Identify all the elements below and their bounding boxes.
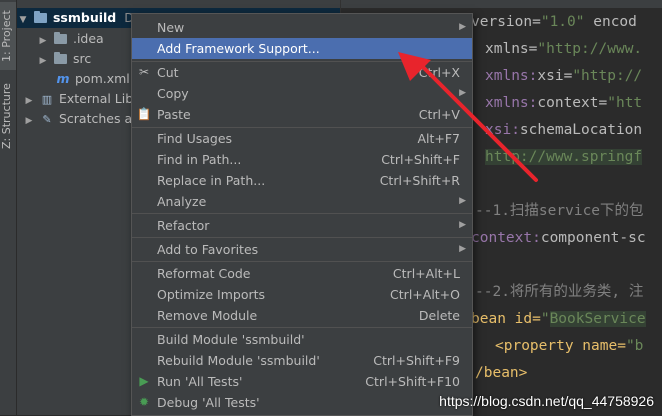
project-context-menu: New ▶ Add Framework Support... ✂ Cut Ctr… bbox=[131, 13, 473, 416]
scissors-icon: ✂ bbox=[138, 65, 150, 79]
submenu-arrow-icon: ▶ bbox=[459, 244, 466, 254]
code-line-3: xmlns:xsi="http:// bbox=[485, 68, 643, 84]
code-line-4: xmlns:context="htt bbox=[485, 95, 643, 111]
maven-file-icon: m bbox=[56, 71, 70, 86]
libraries-icon: ▥ bbox=[41, 93, 53, 106]
menu-item-cut[interactable]: ✂ Cut Ctrl+X bbox=[132, 62, 472, 83]
menu-item-analyze[interactable]: Analyze ▶ bbox=[132, 191, 472, 212]
module-folder-icon bbox=[33, 8, 49, 28]
code-line-9: --2.将所有的业务类, 注 bbox=[475, 284, 644, 300]
menu-item-reformat-code[interactable]: Reformat Code Ctrl+Alt+L bbox=[132, 263, 472, 284]
folder-icon bbox=[53, 49, 69, 69]
menu-item-debug-all-tests[interactable]: ✹ Debug 'All Tests' bbox=[132, 392, 472, 413]
menu-item-refactor[interactable]: Refactor ▶ bbox=[132, 215, 472, 236]
tree-item-pom[interactable]: m pom.xml bbox=[55, 69, 130, 89]
run-icon: ▶ bbox=[139, 374, 149, 388]
chevron-right-icon[interactable]: ▶ bbox=[23, 91, 35, 111]
tool-window-strip: 1: Project Z: Structure bbox=[0, 0, 17, 415]
submenu-arrow-icon: ▶ bbox=[459, 220, 466, 230]
chevron-right-icon[interactable]: ▶ bbox=[37, 51, 49, 71]
menu-item-add-to-favorites[interactable]: Add to Favorites ▶ bbox=[132, 239, 472, 260]
tree-root-label: ssmbuild bbox=[52, 10, 117, 25]
submenu-arrow-icon: ▶ bbox=[459, 88, 466, 98]
clipboard-icon: 📋 bbox=[136, 107, 152, 121]
menu-item-optimize-imports[interactable]: Optimize Imports Ctrl+Alt+O bbox=[132, 284, 472, 305]
chevron-right-icon[interactable]: ▶ bbox=[37, 31, 49, 51]
folder-icon bbox=[53, 29, 69, 49]
menu-item-replace-in-path[interactable]: Replace in Path... Ctrl+Shift+R bbox=[132, 170, 472, 191]
menu-item-new[interactable]: New ▶ bbox=[132, 17, 472, 38]
menu-separator bbox=[132, 327, 472, 328]
editor-tab-bar bbox=[341, 0, 662, 8]
tool-tab-structure[interactable]: Z: Structure bbox=[0, 80, 16, 152]
tree-item-label: .idea bbox=[72, 31, 104, 46]
submenu-arrow-icon: ▶ bbox=[459, 196, 466, 206]
code-line-8: context:component-sc bbox=[471, 230, 646, 246]
submenu-arrow-icon: ▶ bbox=[459, 22, 466, 32]
tool-tab-project[interactable]: 1: Project bbox=[0, 2, 16, 70]
menu-separator bbox=[132, 237, 472, 238]
debug-icon: ✹ bbox=[138, 395, 150, 409]
menu-separator bbox=[132, 261, 472, 262]
menu-item-build-module[interactable]: Build Module 'ssmbuild' bbox=[132, 329, 472, 350]
menu-item-remove-module[interactable]: Remove Module Delete bbox=[132, 305, 472, 326]
chevron-right-icon[interactable]: ▶ bbox=[23, 111, 35, 131]
code-line-5: xsi:schemaLocation bbox=[485, 122, 643, 138]
menu-item-find-usages[interactable]: Find Usages Alt+F7 bbox=[132, 128, 472, 149]
menu-item-run-all-tests[interactable]: ▶ Run 'All Tests' Ctrl+Shift+F10 bbox=[132, 371, 472, 392]
menu-item-paste[interactable]: 📋 Paste Ctrl+V bbox=[132, 104, 472, 125]
code-line-11: <property name="b bbox=[495, 338, 644, 354]
tree-item-src[interactable]: ▶ src bbox=[37, 49, 92, 71]
menu-item-rebuild-module[interactable]: Rebuild Module 'ssmbuild' Ctrl+Shift+F9 bbox=[132, 350, 472, 371]
chevron-down-icon[interactable]: ▼ bbox=[17, 10, 29, 30]
code-line-2: xmlns="http://www. bbox=[485, 41, 643, 57]
tree-item-label: src bbox=[72, 51, 92, 66]
code-line-10: bean id="BookService bbox=[471, 311, 646, 327]
code-line-1: version="1.0" encod bbox=[471, 14, 637, 30]
menu-item-add-framework-support[interactable]: Add Framework Support... bbox=[132, 38, 472, 59]
menu-separator bbox=[132, 213, 472, 214]
tree-item-label: pom.xml bbox=[74, 71, 130, 86]
code-line-12: /bean> bbox=[475, 365, 528, 381]
code-line-7: --1.扫描service下的包 bbox=[475, 203, 644, 219]
menu-item-find-in-path[interactable]: Find in Path... Ctrl+Shift+F bbox=[132, 149, 472, 170]
code-line-6: http://www.springf bbox=[485, 149, 643, 165]
menu-item-copy[interactable]: Copy ▶ bbox=[132, 83, 472, 104]
watermark: https://blog.csdn.net/qq_44758926 bbox=[439, 393, 654, 409]
tree-item-idea[interactable]: ▶ .idea bbox=[37, 29, 104, 49]
scratches-icon: ✎ bbox=[42, 113, 52, 126]
